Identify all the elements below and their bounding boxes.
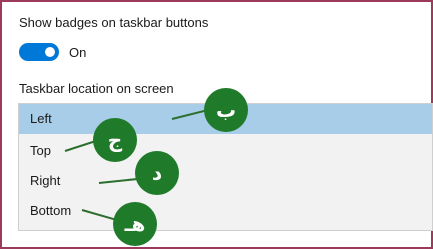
taskbar-location-label: Taskbar location on screen [19, 81, 174, 96]
callout-bubble-left: ب [204, 88, 248, 132]
show-badges-toggle[interactable] [19, 43, 59, 61]
option-top[interactable]: Top [19, 136, 432, 166]
show-badges-label: Show badges on taskbar buttons [19, 15, 209, 30]
settings-panel: Show badges on taskbar buttons On Taskba… [0, 0, 433, 249]
callout-bubble-right: د [135, 151, 179, 195]
callout-bubble-bottom: هـ [113, 202, 157, 246]
option-right[interactable]: Right [19, 166, 432, 196]
toggle-knob [45, 47, 55, 57]
toggle-state-label: On [69, 45, 87, 60]
callout-bubble-top: ج [93, 118, 137, 162]
